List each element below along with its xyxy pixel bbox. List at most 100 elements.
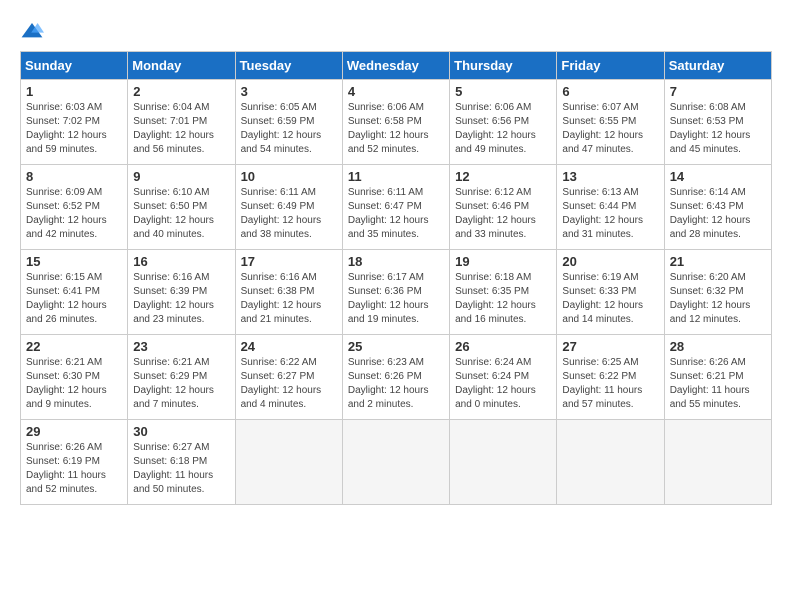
day-number: 23 — [133, 339, 229, 354]
calendar-cell: 10 Sunrise: 6:11 AMSunset: 6:49 PMDaylig… — [235, 165, 342, 250]
calendar-cell — [342, 420, 449, 505]
day-detail: Sunrise: 6:10 AMSunset: 6:50 PMDaylight:… — [133, 187, 214, 240]
header-tuesday: Tuesday — [235, 52, 342, 80]
calendar-week-3: 15 Sunrise: 6:15 AMSunset: 6:41 PMDaylig… — [21, 250, 772, 335]
calendar-table: SundayMondayTuesdayWednesdayThursdayFrid… — [20, 51, 772, 505]
header-friday: Friday — [557, 52, 664, 80]
day-detail: Sunrise: 6:19 AMSunset: 6:33 PMDaylight:… — [562, 272, 643, 325]
day-number: 1 — [26, 84, 122, 99]
calendar-cell — [557, 420, 664, 505]
calendar-cell: 29 Sunrise: 6:26 AMSunset: 6:19 PMDaylig… — [21, 420, 128, 505]
day-detail: Sunrise: 6:27 AMSunset: 6:18 PMDaylight:… — [133, 442, 213, 495]
header — [20, 20, 772, 41]
day-detail: Sunrise: 6:12 AMSunset: 6:46 PMDaylight:… — [455, 187, 536, 240]
day-detail: Sunrise: 6:20 AMSunset: 6:32 PMDaylight:… — [670, 272, 751, 325]
calendar-week-1: 1 Sunrise: 6:03 AMSunset: 7:02 PMDayligh… — [21, 80, 772, 165]
day-number: 2 — [133, 84, 229, 99]
calendar-cell: 27 Sunrise: 6:25 AMSunset: 6:22 PMDaylig… — [557, 335, 664, 420]
day-detail: Sunrise: 6:09 AMSunset: 6:52 PMDaylight:… — [26, 187, 107, 240]
calendar-cell: 16 Sunrise: 6:16 AMSunset: 6:39 PMDaylig… — [128, 250, 235, 335]
day-number: 29 — [26, 424, 122, 439]
day-number: 20 — [562, 254, 658, 269]
day-number: 8 — [26, 169, 122, 184]
day-detail: Sunrise: 6:23 AMSunset: 6:26 PMDaylight:… — [348, 357, 429, 410]
calendar-cell: 8 Sunrise: 6:09 AMSunset: 6:52 PMDayligh… — [21, 165, 128, 250]
day-detail: Sunrise: 6:24 AMSunset: 6:24 PMDaylight:… — [455, 357, 536, 410]
day-detail: Sunrise: 6:06 AMSunset: 6:58 PMDaylight:… — [348, 102, 429, 155]
calendar-cell: 3 Sunrise: 6:05 AMSunset: 6:59 PMDayligh… — [235, 80, 342, 165]
calendar-cell: 19 Sunrise: 6:18 AMSunset: 6:35 PMDaylig… — [450, 250, 557, 335]
header-thursday: Thursday — [450, 52, 557, 80]
day-detail: Sunrise: 6:03 AMSunset: 7:02 PMDaylight:… — [26, 102, 107, 155]
day-detail: Sunrise: 6:26 AMSunset: 6:19 PMDaylight:… — [26, 442, 106, 495]
day-number: 14 — [670, 169, 766, 184]
day-number: 12 — [455, 169, 551, 184]
calendar-cell: 23 Sunrise: 6:21 AMSunset: 6:29 PMDaylig… — [128, 335, 235, 420]
day-detail: Sunrise: 6:18 AMSunset: 6:35 PMDaylight:… — [455, 272, 536, 325]
day-number: 13 — [562, 169, 658, 184]
day-number: 27 — [562, 339, 658, 354]
day-number: 15 — [26, 254, 122, 269]
calendar-cell: 26 Sunrise: 6:24 AMSunset: 6:24 PMDaylig… — [450, 335, 557, 420]
header-saturday: Saturday — [664, 52, 771, 80]
day-detail: Sunrise: 6:16 AMSunset: 6:39 PMDaylight:… — [133, 272, 214, 325]
calendar-cell: 2 Sunrise: 6:04 AMSunset: 7:01 PMDayligh… — [128, 80, 235, 165]
day-number: 9 — [133, 169, 229, 184]
day-detail: Sunrise: 6:05 AMSunset: 6:59 PMDaylight:… — [241, 102, 322, 155]
day-number: 25 — [348, 339, 444, 354]
day-number: 30 — [133, 424, 229, 439]
day-detail: Sunrise: 6:04 AMSunset: 7:01 PMDaylight:… — [133, 102, 214, 155]
logo-icon — [20, 21, 44, 41]
day-number: 4 — [348, 84, 444, 99]
calendar-cell: 20 Sunrise: 6:19 AMSunset: 6:33 PMDaylig… — [557, 250, 664, 335]
day-detail: Sunrise: 6:07 AMSunset: 6:55 PMDaylight:… — [562, 102, 643, 155]
day-number: 10 — [241, 169, 337, 184]
calendar-cell: 5 Sunrise: 6:06 AMSunset: 6:56 PMDayligh… — [450, 80, 557, 165]
day-number: 5 — [455, 84, 551, 99]
calendar-cell: 30 Sunrise: 6:27 AMSunset: 6:18 PMDaylig… — [128, 420, 235, 505]
day-number: 22 — [26, 339, 122, 354]
day-number: 3 — [241, 84, 337, 99]
calendar-cell: 22 Sunrise: 6:21 AMSunset: 6:30 PMDaylig… — [21, 335, 128, 420]
day-number: 21 — [670, 254, 766, 269]
logo — [20, 20, 48, 41]
calendar-cell: 28 Sunrise: 6:26 AMSunset: 6:21 PMDaylig… — [664, 335, 771, 420]
calendar-header-row: SundayMondayTuesdayWednesdayThursdayFrid… — [21, 52, 772, 80]
day-number: 19 — [455, 254, 551, 269]
calendar-cell: 12 Sunrise: 6:12 AMSunset: 6:46 PMDaylig… — [450, 165, 557, 250]
day-number: 18 — [348, 254, 444, 269]
day-number: 6 — [562, 84, 658, 99]
calendar-cell — [235, 420, 342, 505]
day-detail: Sunrise: 6:25 AMSunset: 6:22 PMDaylight:… — [562, 357, 642, 410]
day-number: 24 — [241, 339, 337, 354]
calendar-cell: 7 Sunrise: 6:08 AMSunset: 6:53 PMDayligh… — [664, 80, 771, 165]
calendar-cell: 1 Sunrise: 6:03 AMSunset: 7:02 PMDayligh… — [21, 80, 128, 165]
calendar-cell: 13 Sunrise: 6:13 AMSunset: 6:44 PMDaylig… — [557, 165, 664, 250]
day-number: 7 — [670, 84, 766, 99]
header-wednesday: Wednesday — [342, 52, 449, 80]
day-detail: Sunrise: 6:26 AMSunset: 6:21 PMDaylight:… — [670, 357, 750, 410]
day-detail: Sunrise: 6:14 AMSunset: 6:43 PMDaylight:… — [670, 187, 751, 240]
calendar-cell — [450, 420, 557, 505]
day-detail: Sunrise: 6:08 AMSunset: 6:53 PMDaylight:… — [670, 102, 751, 155]
calendar-cell: 11 Sunrise: 6:11 AMSunset: 6:47 PMDaylig… — [342, 165, 449, 250]
calendar-cell: 18 Sunrise: 6:17 AMSunset: 6:36 PMDaylig… — [342, 250, 449, 335]
calendar-week-5: 29 Sunrise: 6:26 AMSunset: 6:19 PMDaylig… — [21, 420, 772, 505]
day-detail: Sunrise: 6:21 AMSunset: 6:29 PMDaylight:… — [133, 357, 214, 410]
day-detail: Sunrise: 6:22 AMSunset: 6:27 PMDaylight:… — [241, 357, 322, 410]
day-number: 28 — [670, 339, 766, 354]
day-detail: Sunrise: 6:11 AMSunset: 6:49 PMDaylight:… — [241, 187, 322, 240]
calendar-cell: 14 Sunrise: 6:14 AMSunset: 6:43 PMDaylig… — [664, 165, 771, 250]
day-detail: Sunrise: 6:21 AMSunset: 6:30 PMDaylight:… — [26, 357, 107, 410]
calendar-cell: 9 Sunrise: 6:10 AMSunset: 6:50 PMDayligh… — [128, 165, 235, 250]
calendar-cell: 21 Sunrise: 6:20 AMSunset: 6:32 PMDaylig… — [664, 250, 771, 335]
day-number: 17 — [241, 254, 337, 269]
calendar-cell: 24 Sunrise: 6:22 AMSunset: 6:27 PMDaylig… — [235, 335, 342, 420]
day-detail: Sunrise: 6:06 AMSunset: 6:56 PMDaylight:… — [455, 102, 536, 155]
day-number: 16 — [133, 254, 229, 269]
header-monday: Monday — [128, 52, 235, 80]
day-detail: Sunrise: 6:15 AMSunset: 6:41 PMDaylight:… — [26, 272, 107, 325]
calendar-week-2: 8 Sunrise: 6:09 AMSunset: 6:52 PMDayligh… — [21, 165, 772, 250]
calendar-cell: 6 Sunrise: 6:07 AMSunset: 6:55 PMDayligh… — [557, 80, 664, 165]
calendar-cell: 25 Sunrise: 6:23 AMSunset: 6:26 PMDaylig… — [342, 335, 449, 420]
